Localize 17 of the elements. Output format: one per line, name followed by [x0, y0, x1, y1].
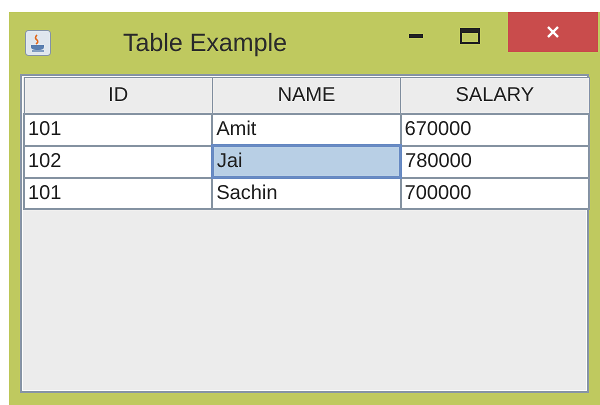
minimize-icon — [409, 34, 423, 38]
close-icon — [546, 25, 560, 39]
table-cell[interactable]: Amit — [212, 114, 401, 146]
column-header[interactable]: ID — [24, 78, 212, 114]
column-header[interactable]: SALARY — [400, 78, 589, 114]
table-cell[interactable]: 780000 — [400, 146, 589, 178]
maximize-icon — [460, 28, 480, 44]
window-title: Table Example — [123, 28, 287, 58]
table-cell[interactable]: 101 — [24, 114, 212, 146]
table-cell[interactable]: 102 — [24, 146, 212, 178]
table-cell[interactable]: Jai — [212, 146, 401, 178]
column-header[interactable]: NAME — [212, 78, 401, 114]
table-cell[interactable]: 700000 — [400, 178, 589, 209]
table-cell[interactable]: 101 — [24, 178, 212, 209]
table-cell[interactable]: 670000 — [400, 114, 589, 146]
coffee-cup-icon — [25, 30, 51, 56]
table-cell[interactable]: Sachin — [212, 178, 401, 209]
